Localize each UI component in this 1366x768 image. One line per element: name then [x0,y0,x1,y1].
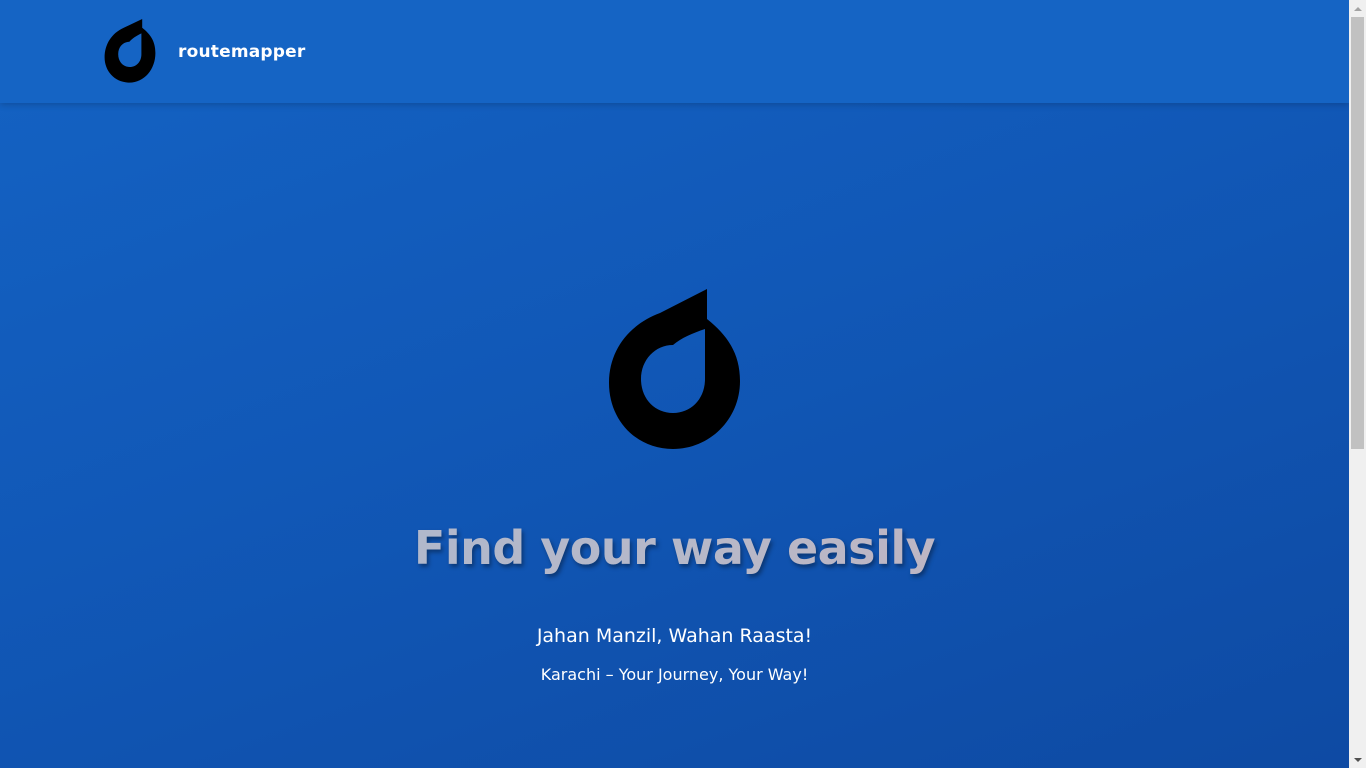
brand-home-link[interactable]: routemapper [103,19,305,85]
brand-name: routemapper [178,41,306,62]
hero-tagline: Jahan Manzil, Wahan Raasta! [536,625,813,647]
hero-subline: Karachi – Your Journey, Your Way! [540,665,809,684]
scroll-up-arrow[interactable] [1349,0,1366,17]
top-header: routemapper [0,0,1349,103]
scrollbar-thumb[interactable] [1351,17,1364,449]
chevron-down-icon [1353,757,1362,762]
scroll-down-arrow[interactable] [1349,751,1366,768]
vertical-scrollbar[interactable] [1349,0,1366,768]
hero-section: Find your way easily Jahan Manzil, Wahan… [0,103,1349,768]
droplet-d-logo-icon [609,289,740,449]
droplet-d-logo-icon [104,19,156,83]
page: routemapper Find your way easily Jahan M… [0,0,1366,768]
chevron-up-icon [1353,6,1362,11]
hero-headline: Find your way easily [0,523,1349,574]
